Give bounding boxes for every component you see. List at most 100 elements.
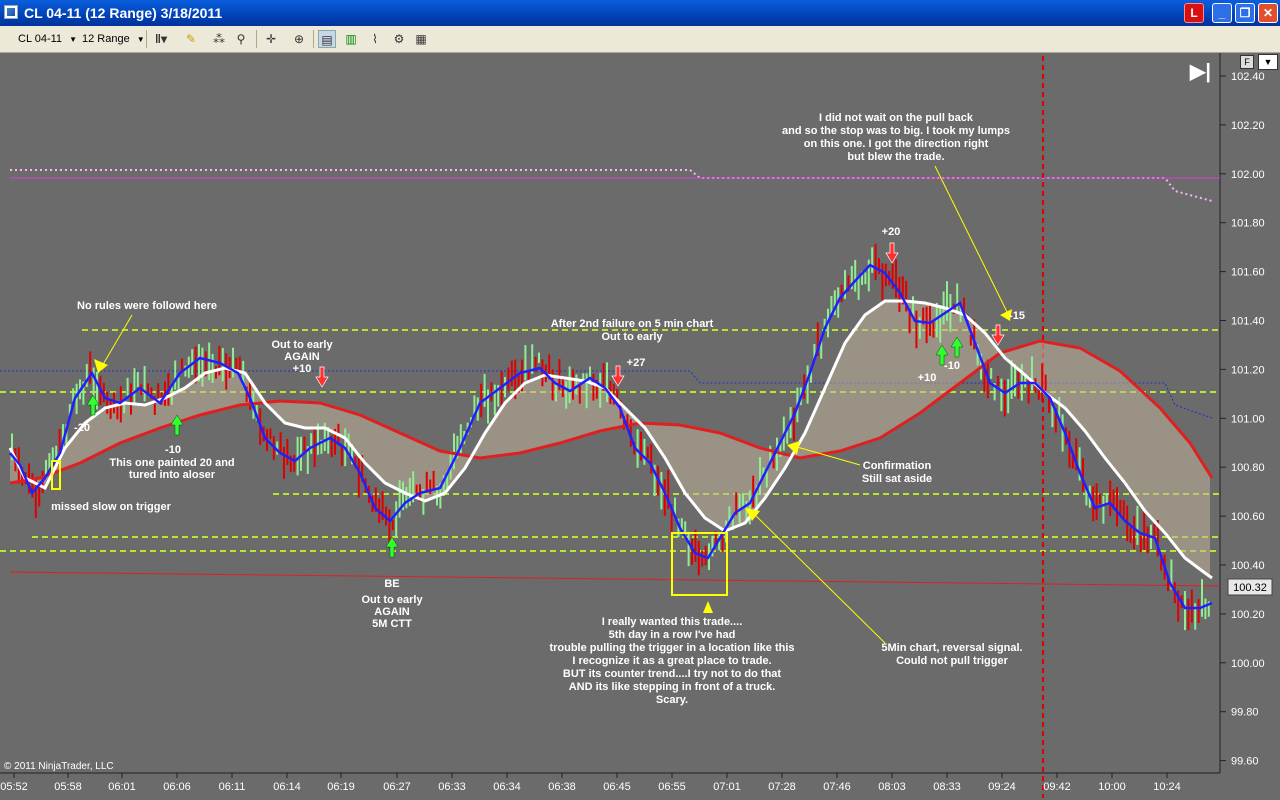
zoom-icon[interactable]: ⊕: [290, 30, 308, 48]
trade-result-label: -20: [74, 422, 90, 434]
annotation-text: AND its like stepping in front of a truc…: [569, 681, 776, 693]
chart-canvas[interactable]: No rules were followd here -20 -10 This …: [0, 53, 1280, 800]
trade-result-label: BE: [384, 578, 399, 590]
annotation-text: on this one. I got the direction right: [804, 138, 989, 150]
annotation-text: BUT its counter trend....I try not to do…: [563, 668, 781, 680]
annotation-text: but blew the trade.: [847, 151, 944, 163]
price-chart[interactable]: No rules were followd here -20 -10 This …: [0, 53, 1280, 800]
time-tick-label: 06:45: [603, 781, 631, 793]
price-tick-label: 102.00: [1231, 169, 1265, 181]
maximize-button[interactable]: ❐: [1235, 3, 1255, 23]
time-tick-label: 06:33: [438, 781, 466, 793]
exit-down-arrow: [315, 366, 329, 388]
price-tick-label: 101.00: [1231, 413, 1265, 425]
time-tick-label: 08:33: [933, 781, 961, 793]
scroll-to-end-button[interactable]: ▶|: [1190, 61, 1214, 83]
price-axis-bg: [1220, 53, 1280, 800]
strategy-icon[interactable]: ⁂: [210, 30, 228, 48]
annotation-text: No rules were followd here: [77, 300, 217, 312]
interval-label: 12 Range: [82, 33, 130, 45]
time-tick-label: 06:19: [327, 781, 355, 793]
price-level-line: [9, 571, 1221, 587]
time-tick-label: 08:03: [878, 781, 906, 793]
entry-up-arrow: [385, 536, 399, 558]
annotation-text: Out to early: [601, 331, 663, 343]
chart-toolbar: CL 04-11 ▼ 12 Range ▼ ‖▾ ✎ ⁂ ⚲ ✛ ⊕ ▤ ▥ ⌇…: [0, 26, 1280, 53]
price-tick-label: 101.80: [1231, 218, 1265, 230]
time-tick-label: 07:46: [823, 781, 851, 793]
interval-selector[interactable]: 12 Range ▼: [82, 30, 145, 48]
time-tick-label: 06:27: [383, 781, 411, 793]
price-tick-label: 100.40: [1231, 560, 1265, 572]
annotation-text: 5th day in a row I've had: [609, 629, 736, 641]
annotation-text: Out to early: [361, 594, 423, 606]
time-tick-label: 09:42: [1043, 781, 1071, 793]
time-tick-label: 06:06: [163, 781, 191, 793]
annotation-text: Could not pull trigger: [896, 655, 1009, 667]
price-tick-label: 102.40: [1231, 71, 1265, 83]
chevron-down-icon: ▼: [136, 35, 145, 44]
exit-down-arrow: [611, 365, 625, 387]
price-tick-label: 101.20: [1231, 364, 1265, 376]
annotation-text: Still sat aside: [862, 473, 932, 485]
annotation-text: AGAIN: [284, 351, 320, 363]
format-button[interactable]: F: [1240, 55, 1254, 69]
callout-pointer: [703, 601, 713, 613]
annotation-text: tured into aloser: [129, 469, 216, 481]
annotation-text: I did not wait on the pull back: [819, 112, 974, 124]
bar-style-icon[interactable]: ‖▾: [152, 30, 170, 48]
annotation-text: Out to early: [271, 339, 333, 351]
price-tick-label: 102.20: [1231, 120, 1265, 132]
indicators-icon[interactable]: ⌇: [366, 30, 384, 48]
time-tick-label: 06:55: [658, 781, 686, 793]
trade-result-label: +20: [882, 226, 901, 238]
alert-button[interactable]: L: [1184, 3, 1204, 23]
annotation-text: 5M CTT: [372, 618, 412, 630]
trade-result-label: -10: [165, 444, 181, 456]
drawing-pencil-icon[interactable]: ✎: [182, 30, 200, 48]
trade-result-label: +10: [918, 372, 937, 384]
window-title-bar[interactable]: CL 04-11 (12 Range) 3/18/2011 L _ ❐ ✕: [0, 0, 1280, 26]
annotation-text: 5Min chart, reversal signal.: [881, 642, 1022, 654]
chart-app-icon: [4, 5, 18, 19]
price-tick-label: 100.00: [1231, 658, 1265, 670]
time-tick-label: 09:24: [988, 781, 1016, 793]
time-tick-label: 06:38: [548, 781, 576, 793]
callout-line: [747, 507, 886, 644]
annotation-text: trouble pulling the trigger in a locatio…: [549, 642, 794, 654]
crosshair-icon[interactable]: ✛: [262, 30, 280, 48]
chevron-down-icon[interactable]: ▼: [1258, 54, 1278, 70]
chevron-down-icon: ▼: [69, 35, 78, 44]
price-tick-label: 100.20: [1231, 609, 1265, 621]
toolbar-separator: [313, 30, 314, 48]
trade-result-label: +10: [293, 363, 312, 375]
time-tick-label: 06:11: [219, 781, 246, 793]
trade-result-label: -10: [944, 360, 960, 372]
price-tick-label: 99.60: [1231, 756, 1259, 768]
close-button[interactable]: ✕: [1258, 3, 1278, 23]
price-tick-label: 101.60: [1231, 267, 1265, 279]
toolbar-separator: [256, 30, 257, 48]
annotation-text: Scary.: [656, 694, 688, 706]
minimize-button[interactable]: _: [1212, 3, 1232, 23]
copyright-text: © 2011 NinjaTrader, LLC: [4, 761, 114, 772]
time-tick-label: 06:34: [493, 781, 521, 793]
time-tick-label: 06:01: [108, 781, 136, 793]
time-tick-label: 07:01: [713, 781, 741, 793]
properties-icon[interactable]: ▦: [412, 30, 430, 48]
instrument-selector[interactable]: CL 04-11 ▼: [18, 30, 77, 48]
instrument-label: CL 04-11: [18, 33, 63, 45]
time-tick-label: 06:14: [273, 781, 301, 793]
time-tick-label: 10:00: [1098, 781, 1126, 793]
fast-moving-average: [9, 263, 1213, 610]
annotation-text: AGAIN: [374, 606, 410, 618]
daily-high-line: [10, 169, 1213, 202]
annotation-text: missed slow on trigger: [51, 501, 172, 513]
price-tick-label: 99.80: [1231, 707, 1259, 719]
strategies-icon[interactable]: ⚙: [390, 30, 408, 48]
magic-wand-icon[interactable]: ⚲: [232, 30, 250, 48]
price-tick-label: 100.60: [1231, 511, 1265, 523]
annotation-text: This one painted 20 and: [109, 457, 234, 469]
chart-trader-icon[interactable]: ▥: [342, 30, 360, 48]
data-box-icon[interactable]: ▤: [318, 30, 336, 48]
